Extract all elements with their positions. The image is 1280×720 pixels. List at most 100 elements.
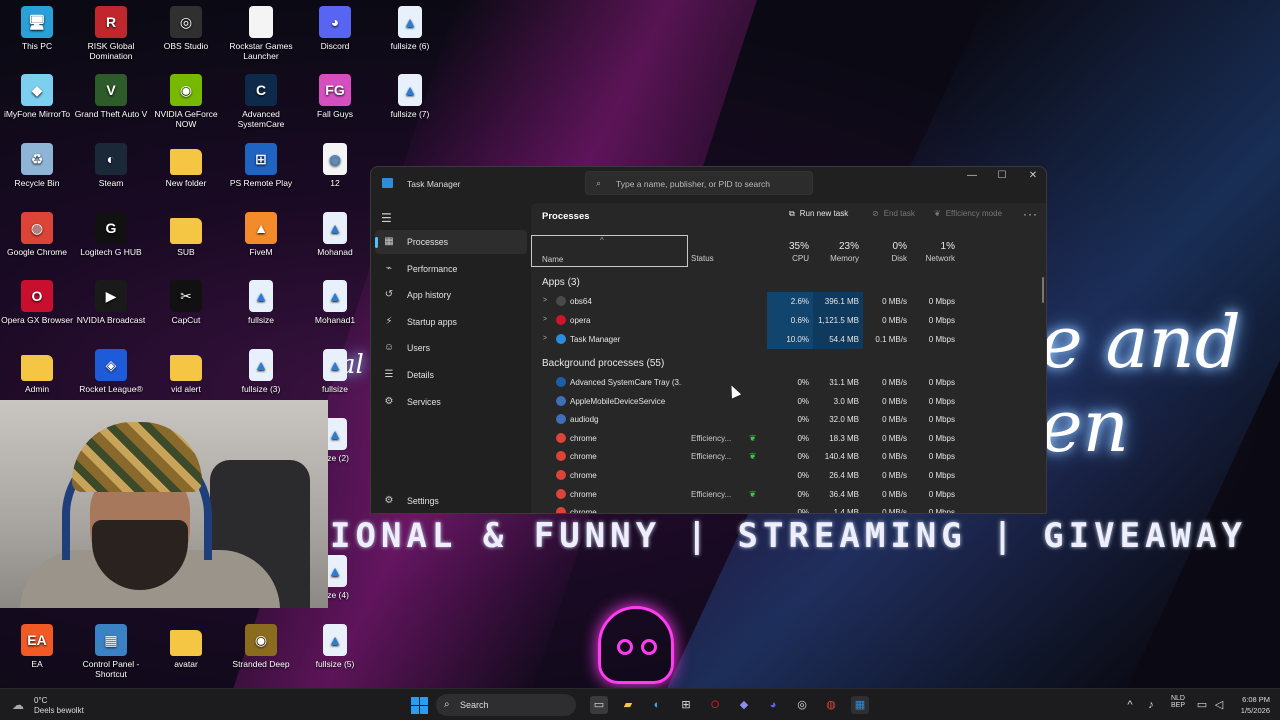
process-row[interactable]: chrome 0% 26.4 MB 0 MB/s 0 Mbps <box>531 466 1046 485</box>
desktop-icon[interactable]: ▶ NVIDIA Broadcast <box>74 280 148 325</box>
nav-details[interactable]: ☰ Details <box>375 363 527 387</box>
process-row[interactable]: chrome Efficiency... ❦ 0% 140.4 MB 0 MB/s 0 Mb… <box>531 447 1046 466</box>
volume-icon[interactable]: ◁ <box>1210 696 1228 714</box>
run-task-icon: ⧉ <box>789 209 795 218</box>
minimize-button[interactable]: — <box>957 167 987 185</box>
nav-settings[interactable]: ⚙ Settings <box>375 489 527 513</box>
desktop-icon[interactable]: FG Fall Guys <box>298 74 372 119</box>
desktop-icon[interactable]: ▲ fullsize <box>298 349 372 394</box>
chevron-up-icon[interactable]: ^ <box>1121 696 1139 714</box>
process-row[interactable]: Advanced SystemCare Tray (3... 0% 31.1 MB 0… <box>531 373 1046 392</box>
nav-app-history[interactable]: ↺ App history <box>375 283 527 307</box>
chevron-right-icon[interactable]: > <box>543 335 547 342</box>
desktop-icon[interactable]: ◐ Steam <box>74 143 148 188</box>
microphone-icon[interactable]: ♪ <box>1142 696 1160 714</box>
desktop-icon[interactable]: New folder <box>149 143 223 188</box>
desktop-icon[interactable]: ◈ Rocket League® <box>74 349 148 394</box>
desktop-icon[interactable]: O Opera GX Browser <box>0 280 74 325</box>
desktop-icon[interactable]: SUB <box>149 212 223 257</box>
process-row[interactable]: > opera 0.6% 1,121.5 MB 0 MB/s 0 Mbps <box>531 310 1046 330</box>
desktop-icon[interactable]: Admin <box>0 349 74 394</box>
desktop-icon[interactable]: ▲ fullsize (7) <box>373 74 447 119</box>
search-input[interactable]: ⌕ Type a name, publisher, or PID to sear… <box>585 171 813 195</box>
desktop-icon[interactable]: ▲ FiveM <box>224 212 298 257</box>
desktop-icon[interactable]: C Advanced SystemCare <box>224 74 298 129</box>
desktop-icon[interactable]: ⊞ PS Remote Play <box>224 143 298 188</box>
file-explorer-icon[interactable]: ▰ <box>619 696 637 714</box>
process-row[interactable]: > Task Manager 10.0% 54.4 MB 0.1 MB/s 0 Mbps <box>531 329 1046 349</box>
close-button[interactable]: ✕ <box>1018 167 1046 185</box>
desktop-icon[interactable]: 🖥 This PC <box>0 6 74 51</box>
desktop-icon[interactable]: vid alert <box>149 349 223 394</box>
process-row[interactable]: AppleMobileDeviceService 0% 3.0 MB 0 MB/s 0 … <box>531 392 1046 411</box>
process-row[interactable]: audiodg 0% 32.0 MB 0 MB/s 0 Mbps <box>531 410 1046 429</box>
nav-startup-apps[interactable]: ⚡ Startup apps <box>375 310 527 334</box>
process-row[interactable]: > obs64 2.6% 396.1 MB 0 MB/s 0 Mbps <box>531 292 1046 311</box>
more-options-icon[interactable]: ··· <box>1023 207 1038 221</box>
desktop-icon[interactable]: ◉ Stranded Deep <box>224 624 298 669</box>
desktop-icon[interactable]: V Grand Theft Auto V <box>74 74 148 119</box>
column-header-cpu[interactable]: 35% CPU <box>767 235 813 267</box>
desktop-icon[interactable]: ▲ fullsize <box>224 280 298 325</box>
desktop-icon[interactable]: G Logitech G HUB <box>74 212 148 257</box>
store-icon[interactable]: ⊞ <box>677 696 695 714</box>
taskbar-search[interactable]: ⌕ Search <box>436 694 576 716</box>
efficiency-mode-button[interactable]: ❦ Efficiency mode <box>934 209 1002 225</box>
chrome-taskbar-icon[interactable]: ◍ <box>822 696 840 714</box>
stranded-deep-icon: ◉ <box>245 624 277 656</box>
column-header-disk[interactable]: 0% Disk <box>863 235 911 267</box>
desktop-icon[interactable]: ▲ fullsize (3) <box>224 349 298 394</box>
column-header-name[interactable]: ^ Name <box>531 235 688 267</box>
network-icon[interactable]: ▭ <box>1193 696 1211 714</box>
desktop-icon[interactable]: avatar <box>149 624 223 669</box>
maximize-button[interactable]: ☐ <box>987 167 1017 185</box>
desktop-icon[interactable]: ◆ iMyFone MirrorTo <box>0 74 74 119</box>
process-row[interactable]: chrome Efficiency... ❦ 0% 36.4 MB 0 MB/s 0 Mbp… <box>531 485 1046 504</box>
desktop-icon[interactable]: ▲ fullsize (5) <box>298 624 372 669</box>
process-row[interactable]: chrome 0% 1.4 MB 0 MB/s 0 Mbps <box>531 503 1046 514</box>
desktop-icon[interactable]: ◍ 12 <box>298 143 372 188</box>
title-bar[interactable]: Task Manager ⌕ Type a name, publisher, o… <box>371 167 1046 199</box>
hamburger-menu-icon[interactable]: ☰ <box>381 211 392 225</box>
desktop-icon[interactable]: ◍ Google Chrome <box>0 212 74 257</box>
language-indicator[interactable]: NLD BEP <box>1168 695 1188 709</box>
nav-services[interactable]: ⚙ Services <box>375 390 527 414</box>
desktop-icon[interactable]: ◕ Discord <box>298 6 372 51</box>
desktop-icon[interactable]: EA EA <box>0 624 74 669</box>
chevron-right-icon[interactable]: > <box>543 297 547 304</box>
discord-taskbar-icon[interactable]: ◕ <box>764 696 782 714</box>
memory-value: 1.4 MB <box>833 508 859 514</box>
process-name: obs64 <box>570 297 592 306</box>
app-taskbar-icon[interactable]: ◆ <box>735 696 753 714</box>
desktop-icon[interactable]: ▲ fullsize (6) <box>373 6 447 51</box>
desktop-icon[interactable]: ◎ OBS Studio <box>149 6 223 51</box>
nav-users[interactable]: ☺ Users <box>375 336 527 360</box>
column-header-memory[interactable]: 23% Memory <box>813 235 863 267</box>
desktop-icon[interactable]: Rockstar Games Launcher <box>224 6 298 61</box>
chevron-right-icon[interactable]: > <box>543 316 547 323</box>
process-row[interactable]: chrome Efficiency... ❦ 0% 18.3 MB 0 MB/s 0 Mbp… <box>531 429 1046 448</box>
desktop-icon[interactable]: ▦ Control Panel - Shortcut <box>74 624 148 679</box>
run-new-task-button[interactable]: ⧉ Run new task <box>789 209 848 225</box>
edge-icon[interactable]: ◐ <box>648 696 666 714</box>
desktop-icon[interactable]: ♻ Recycle Bin <box>0 143 74 188</box>
nav-label: Users <box>407 343 430 354</box>
task-view-icon[interactable]: ▭ <box>590 696 608 714</box>
process-status: Efficiency... <box>691 433 732 443</box>
start-button[interactable] <box>410 696 428 714</box>
desktop-icon[interactable]: R RISK Global Domination <box>74 6 148 61</box>
clock[interactable]: 6:08 PM 1/5/2026 <box>1228 695 1270 715</box>
desktop-icon[interactable]: ◉ NVIDIA GeForce NOW <box>149 74 223 129</box>
column-header-network[interactable]: 1% Network <box>911 235 959 267</box>
nav-performance[interactable]: ⌁ Performance <box>375 257 527 281</box>
obs-taskbar-icon[interactable]: ◎ <box>793 696 811 714</box>
nav-processes[interactable]: ▦ Processes <box>375 230 527 254</box>
column-header-status[interactable]: Status <box>691 235 767 267</box>
desktop-icon[interactable]: ▲ Mohanad1 <box>298 280 372 325</box>
end-task-button[interactable]: ⊘ End task <box>872 209 915 225</box>
scrollbar[interactable] <box>1042 277 1044 303</box>
task-manager-taskbar-icon[interactable]: ▦ <box>851 696 869 714</box>
opera-gx-taskbar-icon[interactable]: O <box>706 696 724 714</box>
desktop-icon[interactable]: ✂ CapCut <box>149 280 223 325</box>
desktop-icon[interactable]: ▲ Mohanad <box>298 212 372 257</box>
